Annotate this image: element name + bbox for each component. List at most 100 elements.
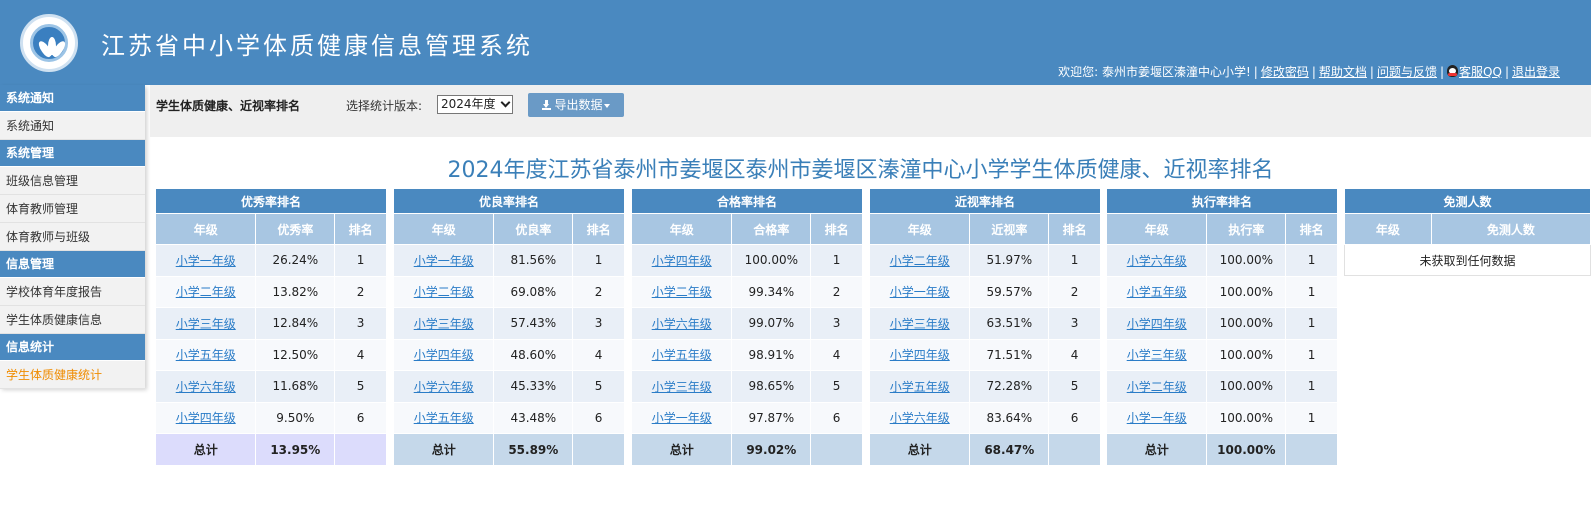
grade-link[interactable]: 小学四年级 [1127,317,1187,331]
grade-link[interactable]: 小学一年级 [414,254,474,268]
table-row: 小学四年级 100.00% 1 [1105,307,1338,340]
sidebar-item[interactable]: 系统通知 [0,112,145,140]
good-rate-table: 优良率排名 年级 优良率 排名 小学一年级 81.56% 1 小学二年级 69.08% 2 小学三年… [392,188,625,466]
grade-link[interactable]: 小学三年级 [414,317,474,331]
version-select[interactable]: 2024年度 [437,95,513,114]
total-rank-empty [572,433,625,466]
grade-link[interactable]: 小学六年级 [176,380,236,394]
qq-icon [1447,65,1459,77]
total-rank-empty [1285,433,1338,466]
sidebar-group-title[interactable]: 系统通知 [0,85,145,112]
column-header: 年级 [154,213,257,245]
change-password-link[interactable]: 修改密码 [1261,65,1309,79]
total-rank-empty [1048,433,1101,466]
grade-cell: 小学三年级 [1105,338,1208,371]
table-row: 小学五年级 100.00% 1 [1105,275,1338,308]
grade-link[interactable]: 小学六年级 [1127,254,1187,268]
rate-cell: 99.34% [731,275,812,308]
sidebar-group-title[interactable]: 信息管理 [0,251,145,278]
rate-cell: 69.08% [493,275,574,308]
grade-cell: 小学二年级 [630,275,733,308]
pass-rate-table: 合格率排名 年级 合格率 排名 小学四年级 100.00% 1 小学二年级 99.34% 2 小学六… [630,188,863,466]
grade-link[interactable]: 小学六年级 [414,380,474,394]
grade-link[interactable]: 小学四年级 [414,348,474,362]
myopia-rate-table: 近视率排名 年级 近视率 排名 小学二年级 51.97% 1 小学一年级 59.57% 2 小学三年… [868,188,1101,466]
rank-cell: 1 [1285,244,1338,277]
grade-link[interactable]: 小学三年级 [176,317,236,331]
rate-cell: 100.00% [1206,307,1287,340]
rate-cell: 83.64% [969,401,1050,434]
grade-cell: 小学三年级 [868,307,971,340]
rank-cell: 2 [810,275,863,308]
sidebar-item[interactable]: 学生体质健康信息 [0,306,145,334]
table-row: 小学二年级 13.82% 2 [154,275,387,308]
sidebar-item[interactable]: 学校体育年度报告 [0,278,145,306]
grade-link[interactable]: 小学二年级 [652,285,712,299]
table-row: 小学二年级 100.00% 1 [1105,370,1338,403]
export-data-button[interactable]: 导出数据 [528,93,624,117]
rank-cell: 4 [334,338,387,371]
sidebar-item[interactable]: 班级信息管理 [0,167,145,195]
sidebar-item[interactable]: 学生体质健康统计 [0,361,145,389]
grade-link[interactable]: 小学一年级 [176,254,236,268]
rate-cell: 59.57% [969,275,1050,308]
rank-cell: 3 [572,307,625,340]
grade-link[interactable]: 小学六年级 [890,411,950,425]
column-header: 执行率 [1206,213,1287,245]
rate-cell: 98.91% [731,338,812,371]
grade-link[interactable]: 小学四年级 [652,254,712,268]
grade-link[interactable]: 小学三年级 [652,380,712,394]
version-select-value: 2024年度 [441,97,496,111]
grade-cell: 小学四年级 [392,338,495,371]
total-value: 99.02% [731,433,812,466]
grade-link[interactable]: 小学一年级 [890,285,950,299]
welcome-text: 欢迎您: 泰州市姜堰区溱潼中心小学! [1058,65,1251,79]
grade-link[interactable]: 小学四年级 [890,348,950,362]
rank-cell: 6 [1048,401,1101,434]
sidebar-group-title[interactable]: 信息统计 [0,334,145,361]
grade-link[interactable]: 小学三年级 [1127,348,1187,362]
rate-cell: 100.00% [1206,370,1287,403]
app-header: 江苏省中小学体质健康信息管理系统 欢迎您: 泰州市姜堰区溱潼中心小学! | 修改密码… [0,0,1591,85]
rank-cell: 1 [1048,244,1101,277]
grade-link[interactable]: 小学三年级 [890,317,950,331]
grade-cell: 小学五年级 [868,370,971,403]
grade-link[interactable]: 小学五年级 [414,411,474,425]
grade-link[interactable]: 小学五年级 [1127,285,1187,299]
rate-cell: 48.60% [493,338,574,371]
rank-cell: 1 [1285,338,1338,371]
rank-cell: 3 [810,307,863,340]
table-row: 小学三年级 98.65% 5 [630,370,863,403]
column-header: 优良率 [493,213,574,245]
column-header: 年级 [392,213,495,245]
sidebar-item[interactable]: 体育教师管理 [0,195,145,223]
sidebar-item[interactable]: 体育教师与班级 [0,223,145,251]
feedback-link[interactable]: 问题与反馈 [1377,65,1437,79]
grade-link[interactable]: 小学二年级 [414,285,474,299]
grade-link[interactable]: 小学一年级 [1127,411,1187,425]
grade-link[interactable]: 小学四年级 [176,411,236,425]
rank-cell: 5 [572,370,625,403]
grade-link[interactable]: 小学二年级 [1127,380,1187,394]
grade-cell: 小学六年级 [154,370,257,403]
grade-link[interactable]: 小学五年级 [652,348,712,362]
grade-link[interactable]: 小学五年级 [176,348,236,362]
rate-cell: 12.84% [255,307,336,340]
service-qq-link[interactable]: 客服QQ [1459,65,1502,79]
rate-cell: 26.24% [255,244,336,277]
rate-cell: 100.00% [731,244,812,277]
logout-link[interactable]: 退出登录 [1512,65,1560,79]
table-row: 小学四年级 9.50% 6 [154,401,387,434]
table-row: 小学六年级 83.64% 6 [868,401,1101,434]
column-header: 排名 [572,213,625,245]
total-rank-empty [334,433,387,466]
grade-link[interactable]: 小学一年级 [652,411,712,425]
grade-link[interactable]: 小学六年级 [652,317,712,331]
grade-cell: 小学六年级 [1105,244,1208,277]
grade-link[interactable]: 小学二年级 [890,254,950,268]
rate-cell: 100.00% [1206,244,1287,277]
grade-link[interactable]: 小学二年级 [176,285,236,299]
help-doc-link[interactable]: 帮助文档 [1319,65,1367,79]
sidebar-group-title[interactable]: 系统管理 [0,140,145,167]
grade-link[interactable]: 小学五年级 [890,380,950,394]
